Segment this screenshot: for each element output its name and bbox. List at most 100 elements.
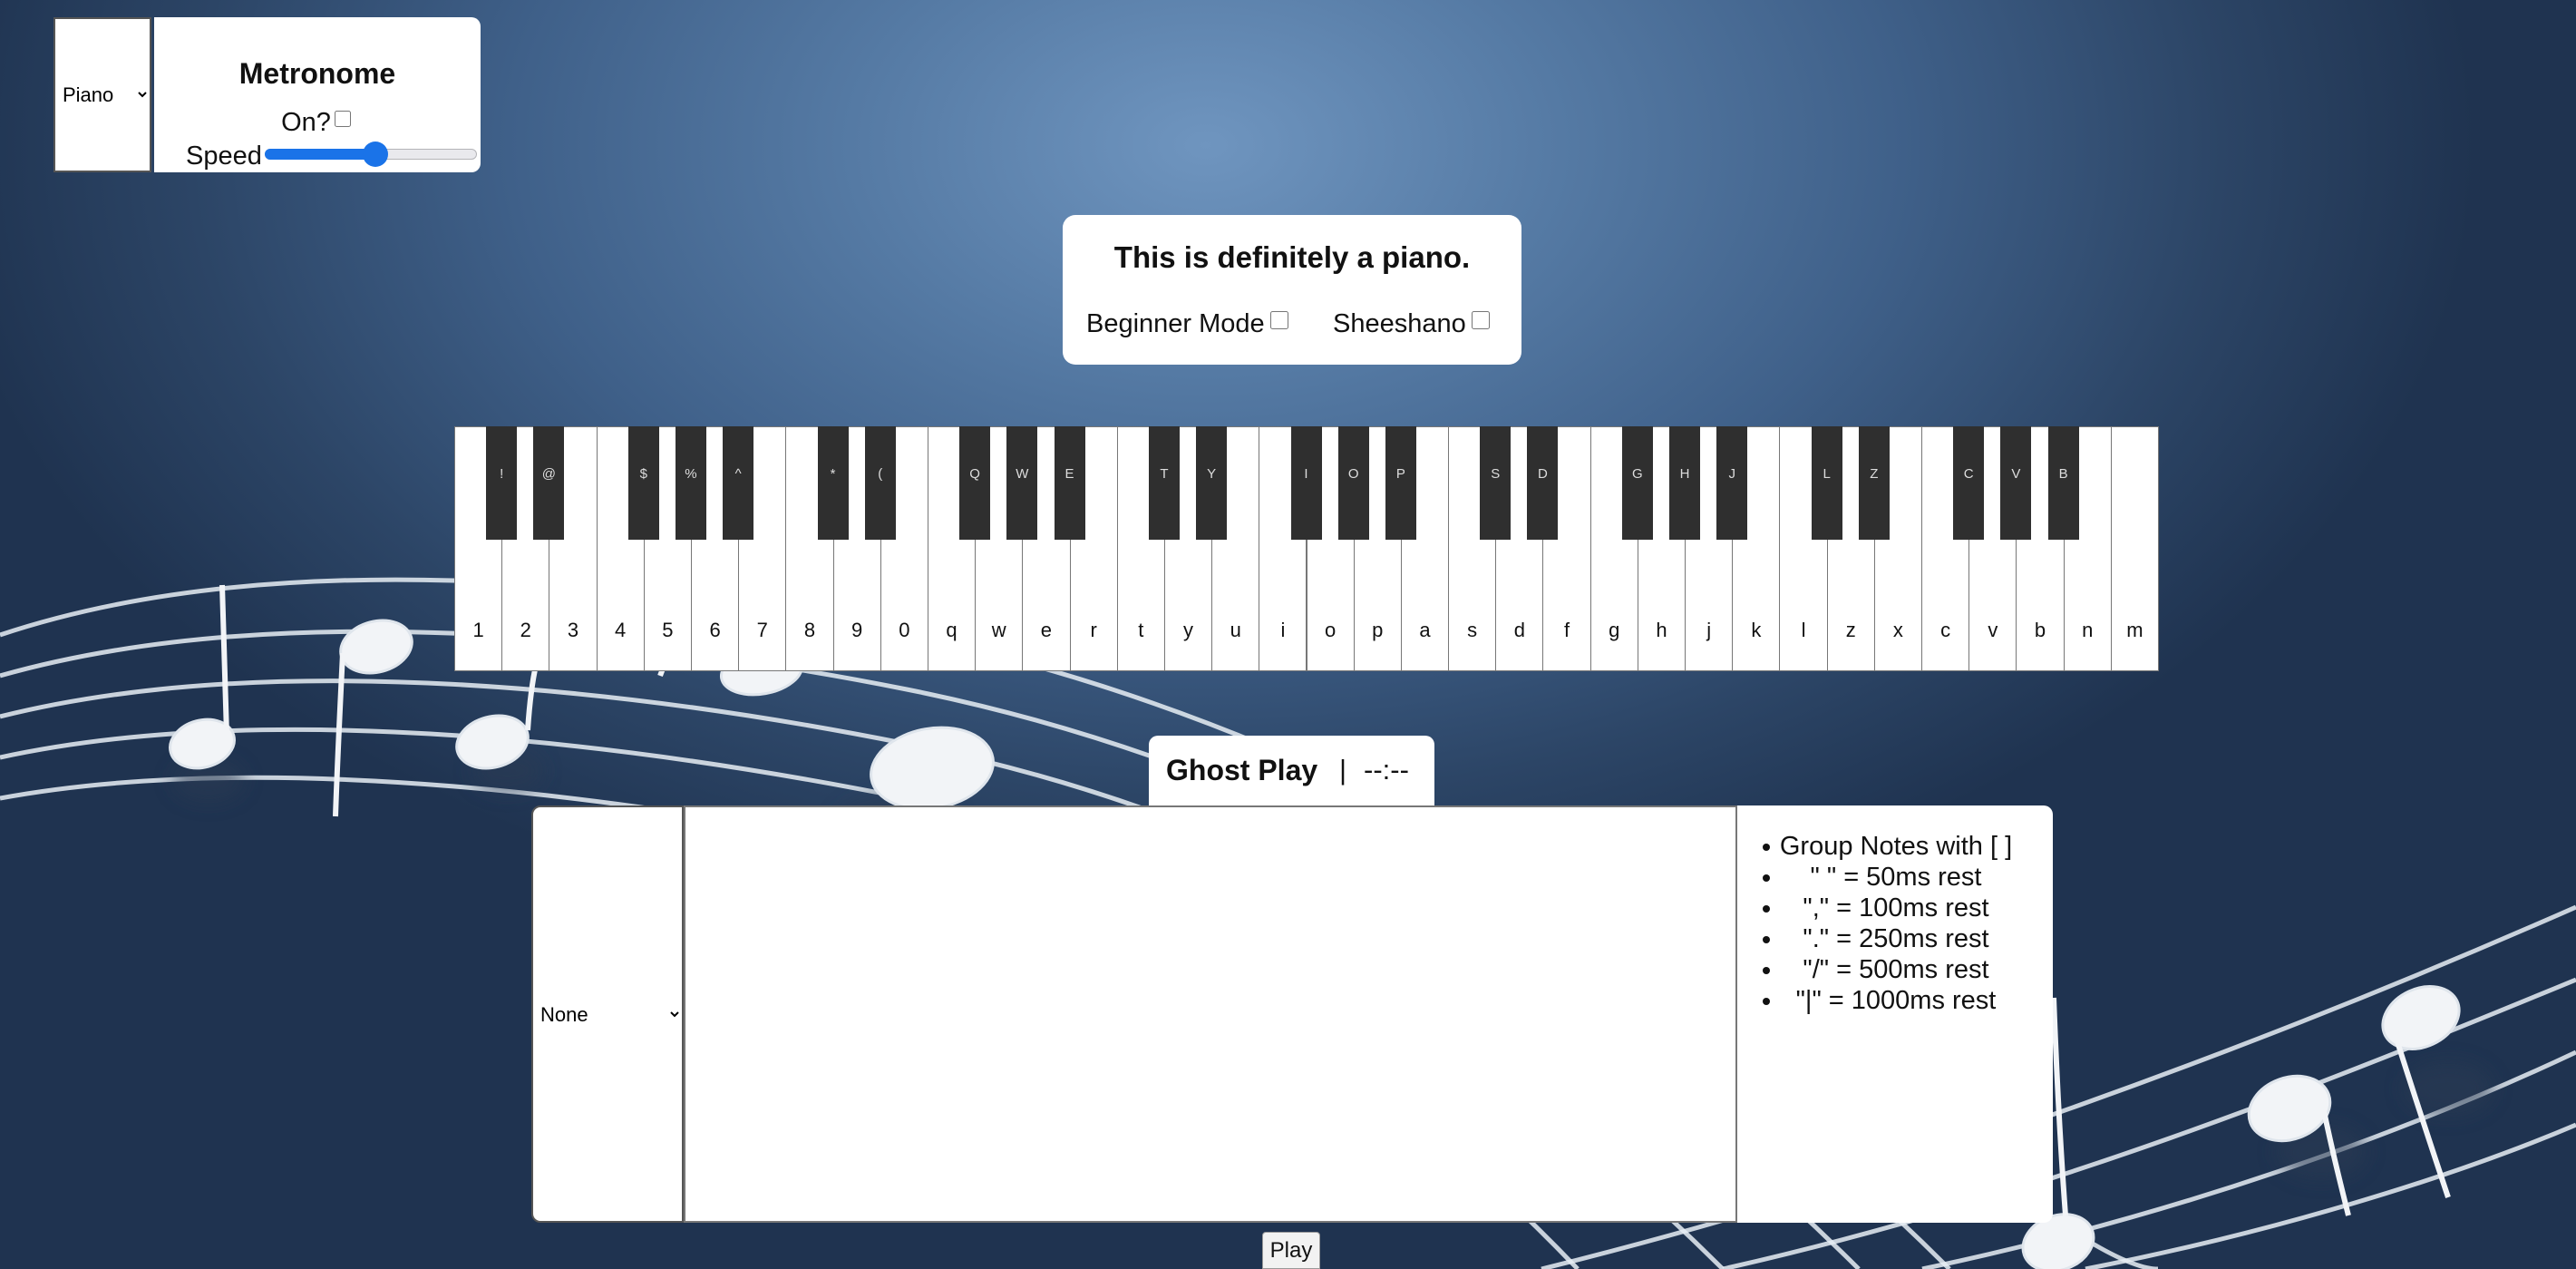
- black-key[interactable]: S: [1480, 426, 1512, 540]
- white-key-label: t: [1138, 619, 1144, 641]
- black-key[interactable]: H: [1669, 426, 1701, 540]
- white-key-label: 5: [662, 619, 674, 641]
- speed-slider-fill: [265, 149, 375, 160]
- black-key[interactable]: E: [1054, 426, 1085, 540]
- black-key-label: P: [1395, 466, 1405, 482]
- white-key-label: z: [1845, 619, 1856, 641]
- white-key-label: o: [1324, 619, 1337, 641]
- white-key-label: r: [1090, 619, 1097, 641]
- sheeshano-option: Sheeshano: [1333, 308, 1492, 339]
- white-key-label: e: [1040, 619, 1053, 641]
- play-button[interactable]: Play: [1262, 1232, 1320, 1269]
- black-key-label: I: [1304, 466, 1308, 482]
- black-key-label: Q: [969, 466, 980, 482]
- black-key[interactable]: T: [1148, 426, 1180, 540]
- white-key-label: 9: [851, 619, 863, 641]
- white-key-label: f: [1564, 619, 1570, 641]
- black-key-label: W: [1016, 466, 1029, 482]
- black-key[interactable]: *: [817, 426, 849, 540]
- black-key[interactable]: I: [1290, 426, 1322, 540]
- white-key-label: b: [2034, 619, 2046, 641]
- white-key-label: i: [1280, 619, 1286, 641]
- black-key-label: E: [1064, 466, 1074, 482]
- white-key-label: c: [1940, 619, 1951, 641]
- white-key-label: 6: [709, 619, 721, 641]
- black-key[interactable]: J: [1716, 426, 1748, 540]
- white-key-label: j: [1706, 619, 1712, 641]
- ghost-play-separator: |: [1339, 754, 1347, 786]
- black-key-label: O: [1347, 466, 1359, 482]
- black-key[interactable]: @: [533, 426, 565, 540]
- piano-keyboard: 1 2 3 4 5 6 7 8 9 0 q w e r t y u i o p a s d f g h j k l z x c v b n m! @ $%…: [454, 426, 2159, 671]
- beginner-mode-option: Beginner Mode: [1086, 308, 1291, 339]
- white-key-label: s: [1467, 619, 1478, 641]
- black-key-label: V: [2011, 466, 2021, 482]
- metronome-speed-label: Speed: [186, 142, 262, 171]
- white-key-label: m: [2126, 619, 2143, 641]
- legend-item: Group Notes with [ ]: [1763, 831, 2018, 862]
- black-key[interactable]: B: [2047, 426, 2079, 540]
- black-key-label: *: [830, 466, 836, 482]
- page-title: This is definitely a piano.: [1113, 240, 1471, 274]
- black-key[interactable]: L: [1811, 426, 1842, 540]
- black-key-label: J: [1728, 466, 1736, 482]
- instrument-select[interactable]: Piano: [53, 17, 151, 172]
- black-key[interactable]: D: [1527, 426, 1559, 540]
- white-key-label: d: [1513, 619, 1525, 641]
- legend-item: "|" = 1000ms rest: [1763, 985, 2018, 1016]
- black-key-label: Y: [1207, 466, 1217, 482]
- black-key[interactable]: !: [486, 426, 518, 540]
- metronome-panel: Metronome On? Speed: [154, 17, 481, 172]
- black-key-label: C: [1963, 466, 1974, 482]
- sheeshano-checkbox[interactable]: [1471, 311, 1490, 329]
- black-key[interactable]: G: [1621, 426, 1653, 540]
- beginner-mode-label: Beginner Mode: [1086, 309, 1265, 338]
- metronome-on-checkbox[interactable]: [334, 111, 351, 127]
- metronome-speed-slider[interactable]: [265, 141, 477, 168]
- black-key[interactable]: %: [675, 426, 706, 540]
- black-key[interactable]: (: [864, 426, 896, 540]
- ghost-play-time: --:--: [1364, 754, 1409, 786]
- metronome-title: Metronome: [238, 57, 396, 90]
- white-key-label: x: [1892, 619, 1903, 641]
- white-key-label: p: [1372, 619, 1384, 641]
- white-key-label: 4: [615, 619, 627, 641]
- black-key-label: H: [1679, 466, 1690, 482]
- black-key[interactable]: W: [1006, 426, 1038, 540]
- legend-item: "." = 250ms rest: [1763, 923, 2018, 954]
- rest-legend-list: Group Notes with [ ] " " = 50ms rest "," =…: [1763, 831, 2018, 1016]
- white-key-label: n: [2082, 619, 2094, 641]
- notes-input[interactable]: [684, 805, 1737, 1223]
- white-key-label: y: [1183, 619, 1193, 641]
- ghost-play-header: Ghost Play | --:--: [1149, 736, 1434, 806]
- black-key-label: G: [1632, 466, 1643, 482]
- black-key[interactable]: Y: [1196, 426, 1228, 540]
- legend-item: " " = 50ms rest: [1763, 862, 2018, 893]
- black-key[interactable]: O: [1337, 426, 1369, 540]
- white-key-label: w: [991, 619, 1006, 641]
- black-key[interactable]: $: [627, 426, 659, 540]
- white-key-label: 3: [567, 619, 579, 641]
- legend-item: "," = 100ms rest: [1763, 893, 2018, 923]
- black-key-label: ^: [734, 466, 742, 482]
- black-key[interactable]: V: [2000, 426, 2032, 540]
- black-key[interactable]: Q: [959, 426, 991, 540]
- beginner-mode-checkbox[interactable]: [1269, 311, 1288, 329]
- black-key-label: S: [1491, 466, 1501, 482]
- black-key[interactable]: Z: [1858, 426, 1890, 540]
- black-key-label: B: [2058, 466, 2068, 482]
- white-key-label: q: [946, 619, 957, 641]
- black-key[interactable]: P: [1385, 426, 1416, 540]
- metronome-on-row: On?: [154, 108, 481, 138]
- white-key[interactable]: m: [2110, 426, 2159, 671]
- song-select[interactable]: None: [531, 805, 684, 1223]
- legend-item: "/" = 500ms rest: [1763, 954, 2018, 985]
- white-key-label: k: [1751, 619, 1762, 641]
- white-key-label: h: [1656, 619, 1667, 641]
- black-key[interactable]: C: [1953, 426, 1985, 540]
- black-key[interactable]: ^: [723, 426, 754, 540]
- speed-slider-thumb[interactable]: [362, 142, 388, 167]
- black-key-label: D: [1538, 466, 1548, 482]
- white-key-label: 7: [756, 619, 768, 641]
- black-key-label: %: [685, 466, 697, 482]
